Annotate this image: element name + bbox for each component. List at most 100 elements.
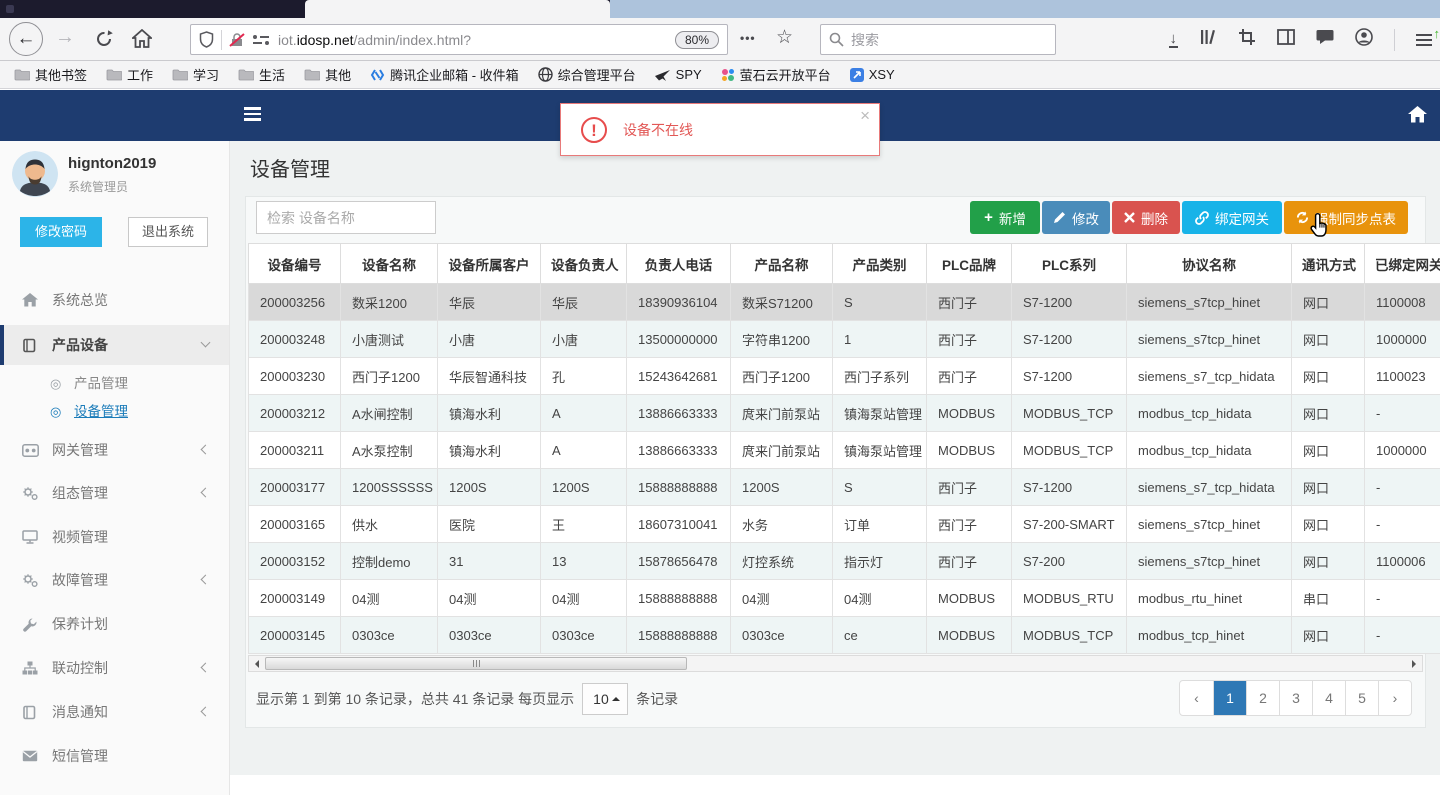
app-menu-button[interactable]: ↑	[1416, 26, 1440, 46]
sidebar-item-linkage[interactable]: 联动控制	[0, 648, 229, 688]
sidebar-item-product-device[interactable]: 产品设备	[0, 325, 229, 365]
page-button[interactable]: 1	[1213, 681, 1246, 715]
change-password-button[interactable]: 修改密码	[20, 217, 102, 247]
force-sync-button[interactable]: 强制同步点表	[1284, 201, 1408, 234]
table-row[interactable]: 200003165 供水 医院王 18607310041 水务 订单 西门子 S7-200-S…	[248, 505, 1440, 543]
forward-button[interactable]: →	[55, 26, 75, 49]
table-row[interactable]: 200003145 0303ce 0303ce 0303ce 15888888888 03…	[248, 616, 1440, 654]
table-row[interactable]: 200003149 04测 04测 04测 15888888888 04测 04测 MODBU…	[248, 579, 1440, 617]
table-row[interactable]: 200003256 数采1200 华辰 华辰 18390936104 数采S71200 S 西…	[248, 283, 1440, 321]
bookmark-folder[interactable]: 学习	[172, 65, 219, 84]
table-row[interactable]: 200003230 西门子1200 华辰智通科技孔 15243642681 西门子120…	[248, 357, 1440, 395]
library-button[interactable]	[1199, 28, 1217, 51]
target-icon: ◎	[50, 404, 62, 419]
scroll-right-button[interactable]	[1406, 656, 1422, 671]
table-row[interactable]: 200003177 1200SSSSSS 1200S 1200S 15888888888…	[248, 468, 1440, 506]
browser-search-bar[interactable]	[820, 24, 1056, 55]
table-cell: 西门子1200	[730, 357, 833, 395]
bookmark-item[interactable]: SPY	[654, 67, 702, 82]
column-header[interactable]: 通讯方式	[1291, 243, 1365, 284]
table-row[interactable]: 200003152 控制demo 31 13 15878656478 灯控系统 指示灯 西门子…	[248, 542, 1440, 580]
logout-button[interactable]: 退出系统	[128, 217, 208, 247]
table-cell: modbus_rtu_hinet	[1126, 579, 1292, 617]
column-header[interactable]: PLC品牌	[926, 243, 1012, 284]
reload-button[interactable]	[94, 29, 114, 54]
device-search-input[interactable]	[256, 201, 436, 234]
sidebars-button[interactable]	[1277, 29, 1295, 50]
bind-gateway-button[interactable]: 绑定网关	[1182, 201, 1282, 234]
delete-button[interactable]: 删除	[1112, 201, 1180, 234]
grip	[472, 660, 474, 667]
downloads-button[interactable]: ↓	[1168, 31, 1178, 48]
bookmark-folder[interactable]: 生活	[238, 65, 285, 84]
tencent-mail-icon	[370, 68, 385, 81]
column-header[interactable]: PLC系列	[1011, 243, 1127, 284]
sidebar-item-overview[interactable]: 系统总览	[0, 280, 229, 320]
device-table: 设备编号 设备名称 设备所属客户 设备负责人 负责人电话 产品名称 产品类别 P…	[248, 243, 1440, 654]
table-row[interactable]: 200003212 A水闸控制 镇海水利 A 13886663333 庹来门前泵站 镇海泵站…	[248, 394, 1440, 432]
bookmark-folder[interactable]: 工作	[106, 65, 153, 84]
bookmark-item[interactable]: XSY	[849, 67, 895, 82]
scrollbar-thumb[interactable]	[265, 657, 687, 670]
edit-button[interactable]: 修改	[1042, 201, 1110, 234]
browser-search-input[interactable]	[851, 31, 1047, 48]
column-header[interactable]: 设备名称	[340, 243, 438, 284]
home-button[interactable]	[130, 28, 154, 53]
permissions-icon[interactable]	[252, 33, 270, 47]
account-button[interactable]	[1355, 28, 1373, 51]
sidebar-item-video[interactable]: 视频管理	[0, 517, 229, 557]
page-button[interactable]: 3	[1279, 681, 1312, 715]
add-button[interactable]: + 新增	[970, 201, 1040, 234]
messages-button[interactable]	[1316, 29, 1334, 50]
column-header[interactable]: 设备所属客户	[437, 243, 541, 284]
sidebar-item-fault[interactable]: 故障管理	[0, 560, 229, 600]
sidebar-toggle-button[interactable]	[244, 107, 261, 121]
zoom-level-badge[interactable]: 80%	[674, 30, 719, 49]
page-actions-button[interactable]: •••	[740, 31, 756, 45]
sidebar-item-gateway[interactable]: 网关管理	[0, 430, 229, 470]
sidebar-item-config[interactable]: 组态管理	[0, 473, 229, 513]
app-home-button[interactable]	[1408, 106, 1427, 128]
bookmark-folder[interactable]: 其他书签	[14, 65, 87, 84]
column-header[interactable]: 设备负责人	[540, 243, 627, 284]
page-size-dropdown[interactable]: 10	[582, 683, 629, 715]
scroll-left-button[interactable]	[249, 656, 265, 671]
bookmark-item[interactable]: 腾讯企业邮箱 - 收件箱	[370, 65, 519, 84]
sidebar-item-maintenance[interactable]: 保养计划	[0, 604, 229, 644]
bookmark-star-icon[interactable]: ☆	[776, 26, 793, 49]
column-header[interactable]: 产品名称	[730, 243, 833, 284]
browser-tab[interactable]	[305, 0, 610, 18]
page-button[interactable]: 4	[1312, 681, 1345, 715]
url-text[interactable]: iot.idosp.net/admin/index.html?	[278, 32, 669, 48]
column-header[interactable]: 设备编号	[248, 243, 341, 284]
page-button[interactable]: 2	[1246, 681, 1279, 715]
home-icon	[130, 28, 154, 48]
url-bar[interactable]: iot.idosp.net/admin/index.html? 80%	[190, 24, 728, 55]
bookmark-folder[interactable]: 其他	[304, 65, 351, 84]
back-button[interactable]: ←	[9, 22, 43, 56]
table-cell: 华辰	[540, 283, 627, 321]
bookmark-item[interactable]: 萤石云开放平台	[721, 65, 831, 84]
table-cell: 1000000	[1364, 320, 1440, 358]
user-role: 系统管理员	[68, 180, 129, 194]
column-header[interactable]: 负责人电话	[626, 243, 731, 284]
prev-page-button[interactable]: ‹	[1180, 681, 1213, 715]
sidebar-item-notifications[interactable]: 消息通知	[0, 692, 229, 732]
page-button[interactable]: 5	[1345, 681, 1378, 715]
table-cell: 04测	[832, 579, 927, 617]
sidebar-item-device-mgmt[interactable]: ◎ 设备管理	[0, 395, 229, 429]
column-header[interactable]: 已绑定网关	[1364, 243, 1440, 284]
notification-close-button[interactable]: ×	[860, 106, 870, 126]
column-header[interactable]: 产品类别	[832, 243, 927, 284]
column-header[interactable]: 协议名称	[1126, 243, 1292, 284]
table-row[interactable]: 200003211 A水泵控制 镇海水利 A 13886663333 庹来门前泵站 镇海泵站…	[248, 431, 1440, 469]
table-cell: siemens_s7tcp_hinet	[1126, 320, 1292, 358]
next-page-button[interactable]: ›	[1378, 681, 1411, 715]
grip	[478, 660, 480, 667]
bookmark-item[interactable]: 综合管理平台	[537, 65, 636, 84]
horizontal-scrollbar[interactable]	[248, 655, 1423, 672]
insecure-lock-icon[interactable]	[229, 32, 245, 48]
table-row[interactable]: 200003248 小唐测试 小唐 小唐 13500000000 字符串1200 1 西门子 S…	[248, 320, 1440, 358]
screenshot-button[interactable]	[1238, 28, 1256, 51]
sidebar-item-sms[interactable]: 短信管理	[0, 736, 229, 776]
